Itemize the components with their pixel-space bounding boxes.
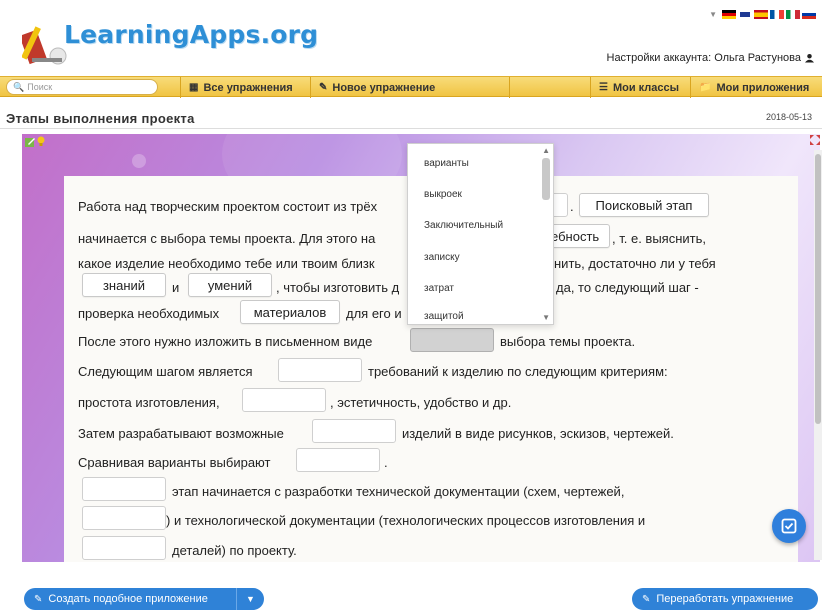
search-input[interactable]: 🔍 Поиск — [6, 79, 158, 95]
dropdown-option[interactable]: варианты — [424, 158, 469, 169]
nav-my-apps[interactable]: 📁 Мои приложения — [690, 77, 817, 98]
dropdown-scrollbar-thumb[interactable] — [542, 158, 550, 200]
exercise-text: деталей) по проекту. — [172, 543, 297, 558]
exercise-text: Затем разрабатывают возможные — [78, 426, 284, 441]
user-icon[interactable] — [805, 53, 814, 63]
answer-token[interactable]: умений — [188, 273, 272, 297]
exercise-text: Сравнивая варианты выбирают — [78, 455, 271, 470]
chevron-up-icon[interactable]: ▲ — [542, 146, 550, 155]
list-icon: ☰ — [599, 82, 608, 93]
exercise-text: . — [384, 455, 388, 470]
answer-slot[interactable] — [312, 419, 396, 443]
exercise-text: выбора темы проекта. — [500, 334, 636, 349]
lightbulb-icon[interactable] — [37, 136, 45, 148]
logo-icon[interactable] — [22, 20, 70, 68]
folder-icon: 📁 — [699, 82, 712, 93]
account-label[interactable]: Настройки аккаунта: Ольга Растунова — [607, 52, 802, 64]
exercise-text: этап начинается с разработки технической… — [172, 484, 625, 499]
dropdown-option[interactable]: записку — [424, 252, 460, 263]
pencil-icon: ✎ — [319, 82, 328, 93]
exercise-text: изделий в виде рисунков, эскизов, чертеж… — [402, 426, 674, 441]
rework-label: Переработать упражнение — [656, 593, 794, 605]
answer-slot-active[interactable] — [410, 328, 494, 352]
gb-flag-icon[interactable] — [738, 10, 752, 19]
nav-my-classes[interactable]: ☰ Мои классы — [590, 77, 687, 98]
exercise-text: да, то следующий шаг - — [556, 280, 699, 295]
answer-slot[interactable] — [242, 388, 326, 412]
nav-label: Все упражнения — [203, 81, 293, 94]
exercise-text: для его и — [346, 306, 402, 321]
logo-text[interactable]: LearningApps.org — [64, 20, 318, 49]
nav-new-exercise[interactable]: ✎ Новое упражнение — [310, 77, 510, 98]
rework-exercise-button[interactable]: ✎ Переработать упражнение — [632, 588, 818, 610]
fullscreen-icon[interactable] — [810, 135, 820, 145]
nav-all-exercises[interactable]: ▦ Все упражнения — [180, 77, 301, 98]
create-similar-label: Создать подобное приложение — [48, 593, 208, 605]
edit-icon: ✎ — [34, 593, 43, 605]
exercise-text: Работа над творческим проектом состоит и… — [78, 199, 378, 214]
exercise-text: ) и технологической документации (технол… — [166, 513, 646, 528]
nav-label: Новое упражнение — [332, 81, 436, 94]
answer-dropdown[interactable]: ▲ варианты выкроек Заключительный записк… — [407, 143, 554, 325]
page-title: Этапы выполнения проекта — [6, 111, 195, 126]
exercise-text: начинается с выбора темы проекта. Для эт… — [78, 231, 376, 246]
header: LearningApps.org ▼ Настройки аккаунта: О… — [0, 0, 822, 70]
answer-token[interactable]: знаний — [82, 273, 166, 297]
exercise-text: После этого нужно изложить в письменном … — [78, 334, 373, 349]
exercise-text: и — [172, 280, 180, 295]
dropdown-option[interactable]: выкроек — [424, 189, 462, 200]
scrollbar-thumb[interactable] — [815, 154, 821, 424]
dropdown-option[interactable]: защитой — [424, 311, 464, 322]
create-similar-button[interactable]: ✎ Создать подобное приложение — [24, 588, 238, 610]
exercise-text: нить, достаточно ли у тебя — [554, 256, 716, 271]
divider — [0, 128, 822, 129]
chevron-down-icon[interactable]: ▼ — [542, 313, 550, 322]
exercise-text: простота изготовления, — [78, 395, 220, 410]
check-icon — [781, 518, 797, 534]
nav-label: Мои классы — [612, 81, 680, 94]
nav-label: Мои приложения — [716, 81, 810, 94]
answer-token[interactable]: Поисковый этап — [579, 193, 709, 217]
main-navbar: 🔍 Поиск ▦ Все упражнения ✎ Новое упражне… — [0, 76, 822, 98]
search-placeholder: Поиск — [27, 82, 53, 92]
answer-slot[interactable] — [82, 536, 166, 560]
exercise-text: требований к изделию по следующим критер… — [368, 364, 668, 379]
it-flag-icon[interactable] — [786, 10, 800, 19]
edit-icons — [24, 136, 45, 148]
chevron-down-icon[interactable]: ▼ — [236, 588, 264, 610]
search-icon: 🔍 — [13, 81, 25, 92]
dropdown-option[interactable]: затрат — [424, 283, 454, 294]
language-flags: ▼ — [709, 10, 816, 19]
dropdown-option[interactable]: Заключительный — [424, 220, 503, 231]
es-flag-icon[interactable] — [754, 10, 768, 19]
account-settings[interactable]: Настройки аккаунта: Ольга Растунова — [607, 52, 814, 64]
de-flag-icon[interactable] — [722, 10, 736, 19]
answer-token[interactable]: материалов — [240, 300, 340, 324]
answer-slot[interactable] — [278, 358, 362, 382]
grid-icon: ▦ — [189, 82, 199, 93]
pencil-icon: ✎ — [642, 593, 651, 605]
exercise-text: какое изделие необходимо тебе или твоим … — [78, 256, 375, 271]
exercise-text: , т. е. выяснить, — [612, 231, 706, 246]
page-date: 2018-05-13 — [765, 112, 812, 122]
exercise-text: , чтобы изготовить д — [276, 280, 400, 295]
exercise-text: . — [570, 199, 574, 214]
answer-slot[interactable] — [82, 506, 166, 530]
exercise-text: проверка необходимых — [78, 306, 220, 321]
edit-app-icon[interactable] — [24, 136, 36, 148]
check-answers-button[interactable] — [772, 509, 806, 543]
answer-slot[interactable] — [296, 448, 380, 472]
exercise-text: Следующим шагом является — [78, 364, 253, 379]
fr-flag-icon[interactable] — [770, 10, 784, 19]
chevron-down-icon[interactable]: ▼ — [709, 10, 717, 19]
ru-flag-icon[interactable] — [802, 10, 816, 19]
answer-slot[interactable] — [82, 477, 166, 501]
exercise-text: , эстетичность, удобство и др. — [330, 395, 512, 410]
